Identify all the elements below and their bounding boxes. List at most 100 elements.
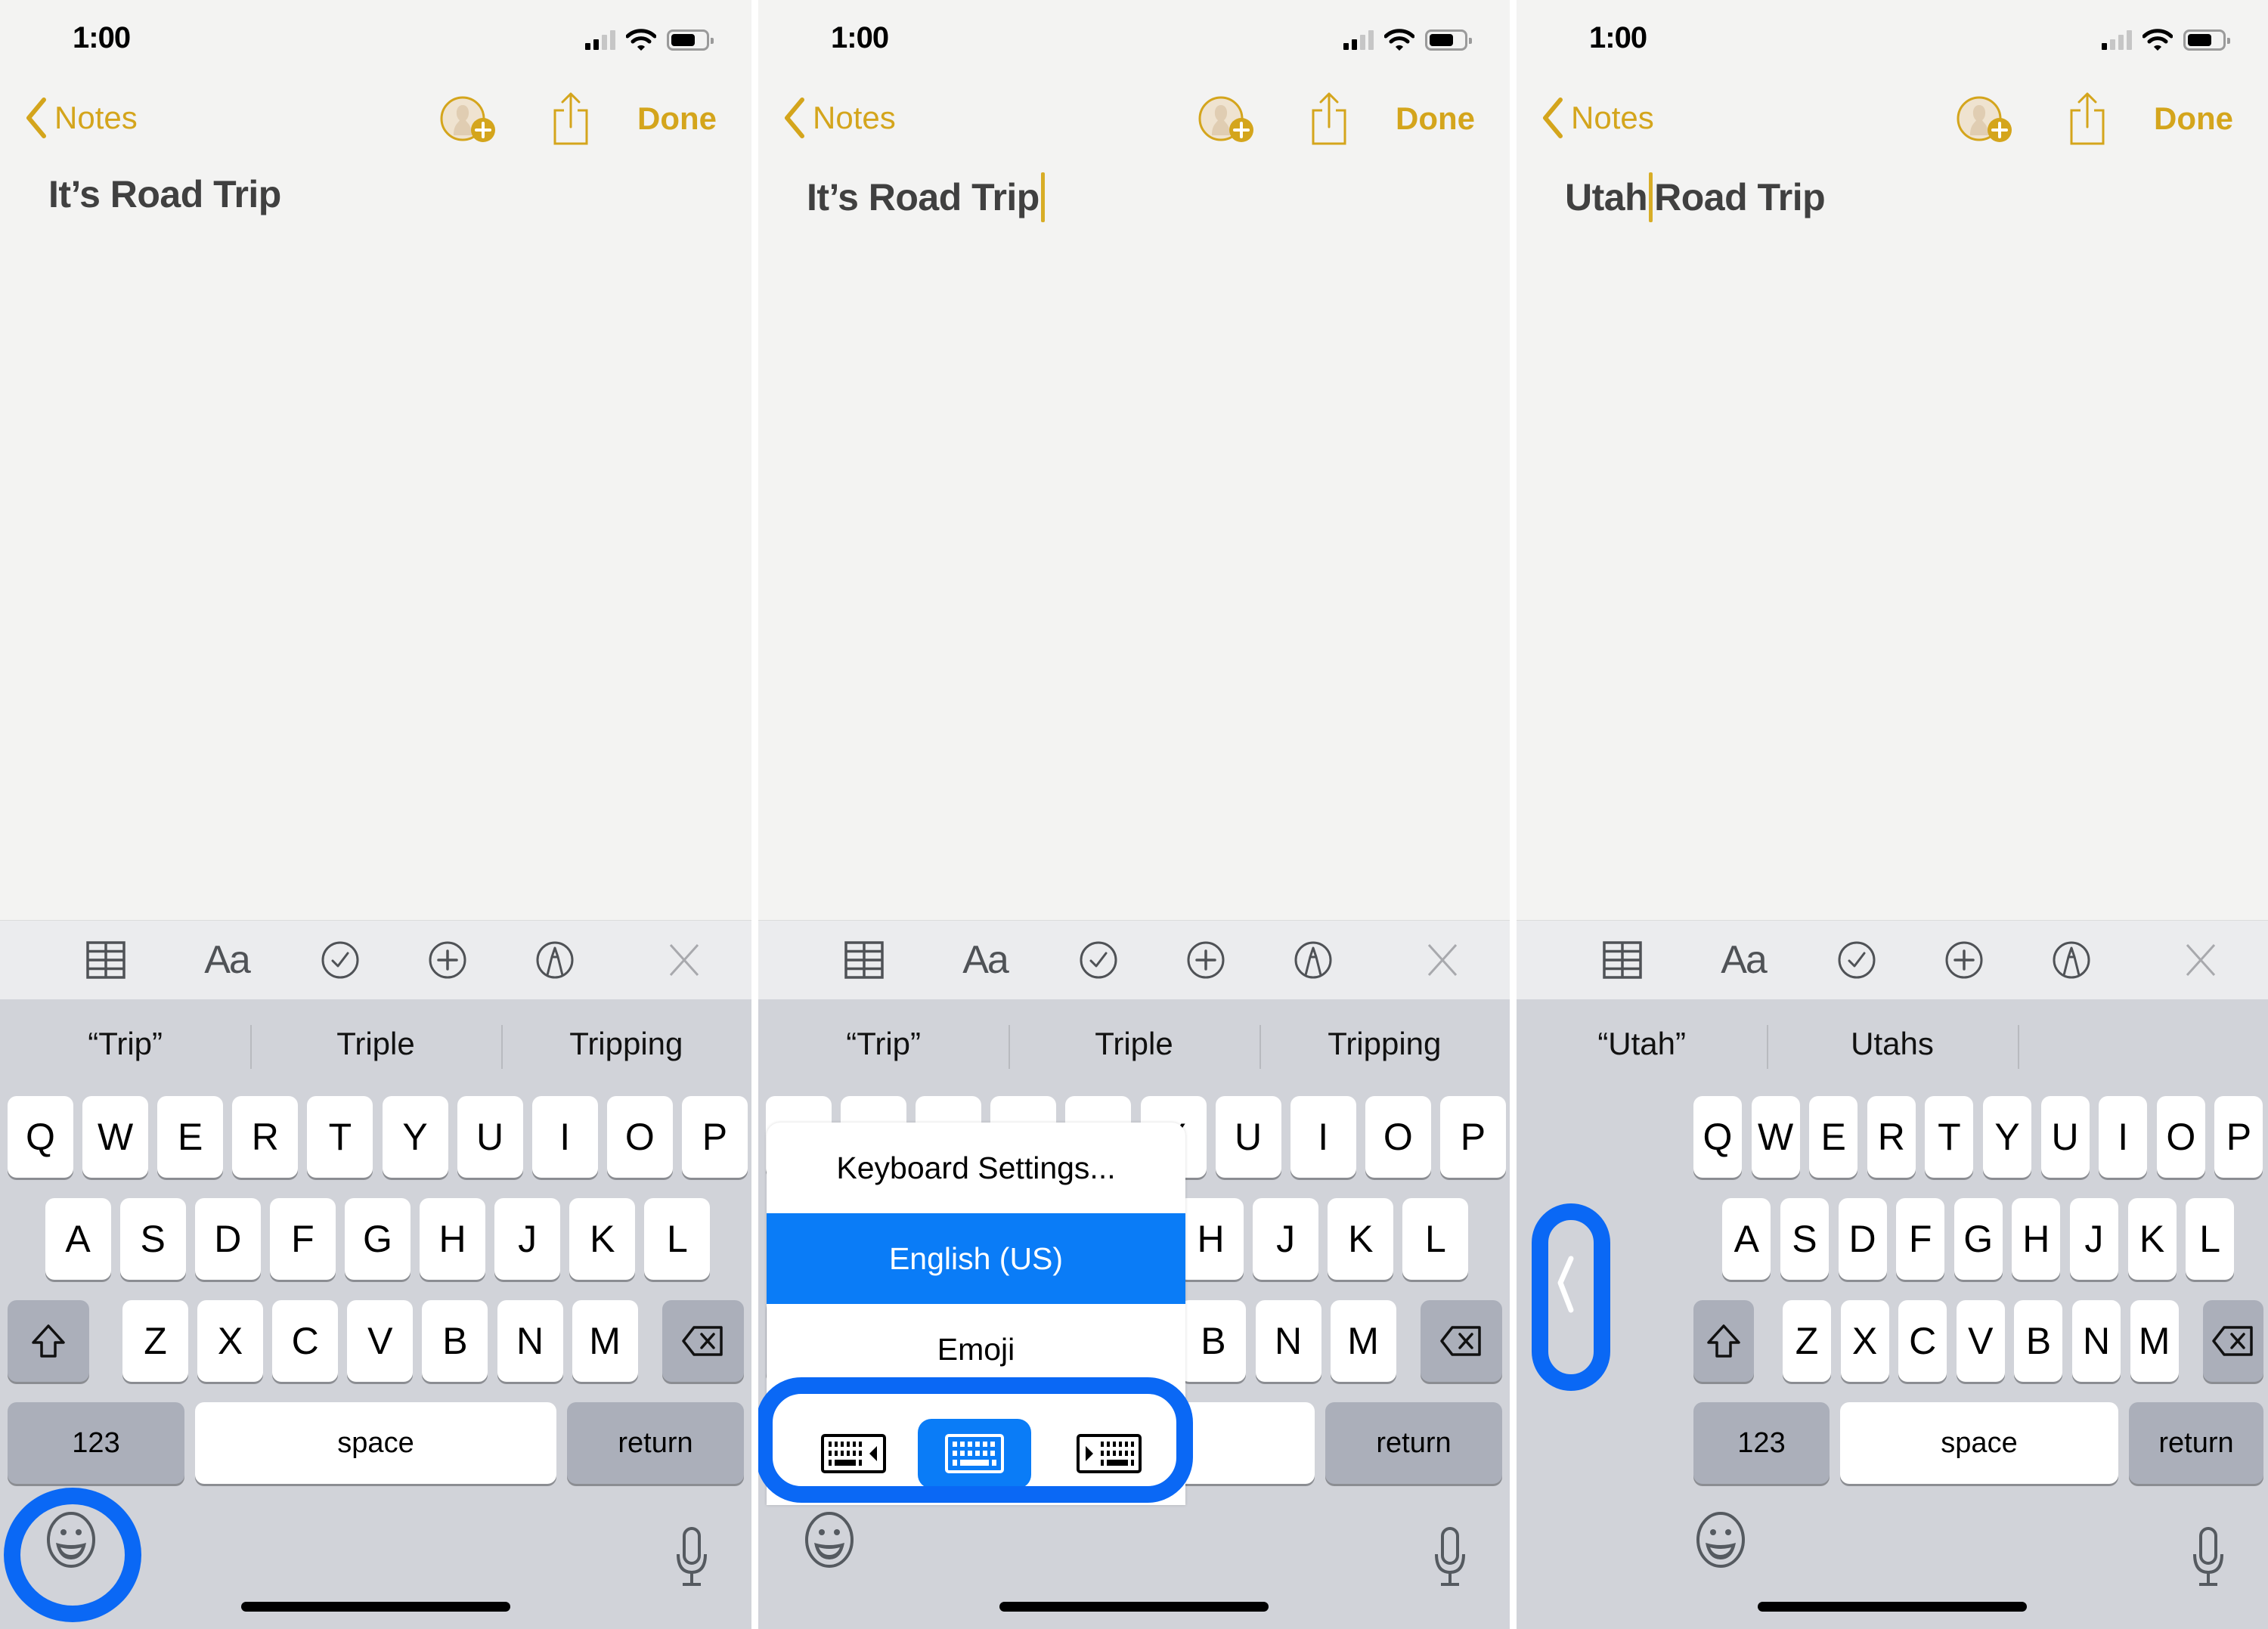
share-icon[interactable]	[1310, 91, 1348, 145]
checklist-button[interactable]	[1072, 937, 1125, 983]
shift-key[interactable]	[1693, 1300, 1754, 1382]
dictation-button[interactable]	[1433, 1527, 1467, 1587]
key-w[interactable]: W	[82, 1096, 149, 1178]
add-attachment-button[interactable]	[1938, 937, 1991, 983]
shift-key[interactable]	[8, 1300, 89, 1382]
table-button[interactable]	[79, 937, 132, 983]
key-b[interactable]: B	[422, 1300, 488, 1382]
prediction-suggestion[interactable]: “Trip”	[0, 999, 250, 1089]
dismiss-toolbar-button[interactable]	[2174, 937, 2227, 983]
markup-button[interactable]	[1287, 937, 1340, 983]
prediction-suggestion[interactable]: “Utah”	[1517, 999, 1767, 1089]
done-button[interactable]: Done	[1396, 101, 1475, 137]
delete-key[interactable]	[662, 1300, 744, 1382]
add-person-icon[interactable]	[1955, 94, 2014, 144]
key-b[interactable]: B	[1180, 1300, 1247, 1382]
dismiss-toolbar-button[interactable]	[658, 937, 711, 983]
key-n[interactable]: N	[2072, 1300, 2121, 1382]
key-g[interactable]: G	[1954, 1198, 2003, 1280]
prediction-suggestion[interactable]: Utahs	[1767, 999, 2017, 1089]
back-to-notes-button[interactable]: Notes	[1541, 97, 1654, 139]
share-icon[interactable]	[552, 91, 590, 145]
key-s[interactable]: S	[1780, 1198, 1829, 1280]
prediction-suggestion[interactable]: Tripping	[501, 999, 751, 1089]
key-r[interactable]: R	[232, 1096, 299, 1178]
numbers-key[interactable]: 123	[1693, 1402, 1830, 1484]
text-format-button[interactable]: Aa	[959, 937, 1012, 983]
menu-item-emoji[interactable]: Emoji	[767, 1304, 1185, 1395]
key-k[interactable]: K	[1328, 1198, 1394, 1280]
add-person-icon[interactable]	[1197, 94, 1256, 144]
key-b[interactable]: B	[2014, 1300, 2063, 1382]
key-l[interactable]: L	[1402, 1198, 1469, 1280]
prediction-suggestion[interactable]	[2018, 999, 2268, 1089]
key-w[interactable]: W	[1751, 1096, 1800, 1178]
home-indicator[interactable]	[241, 1602, 510, 1612]
space-key[interactable]: space	[195, 1402, 556, 1484]
home-indicator[interactable]	[999, 1602, 1269, 1612]
key-q[interactable]: Q	[1693, 1096, 1742, 1178]
prediction-suggestion[interactable]: Tripping	[1259, 999, 1510, 1089]
key-h[interactable]: H	[420, 1198, 486, 1280]
key-o[interactable]: O	[1365, 1096, 1431, 1178]
key-o[interactable]: O	[606, 1096, 673, 1178]
note-title[interactable]: It’s Road Trip	[807, 172, 1046, 222]
key-d[interactable]: D	[194, 1198, 261, 1280]
note-body-editor[interactable]	[1517, 249, 2268, 918]
dictation-button[interactable]	[2192, 1527, 2225, 1587]
note-title[interactable]: Utah Road Trip	[1565, 172, 1826, 222]
key-l[interactable]: L	[2186, 1198, 2235, 1280]
note-body-editor[interactable]	[0, 249, 751, 918]
prediction-suggestion[interactable]: Triple	[250, 999, 500, 1089]
key-q[interactable]: Q	[8, 1096, 73, 1178]
key-j[interactable]: J	[494, 1198, 561, 1280]
key-h[interactable]: H	[2012, 1198, 2061, 1280]
key-p[interactable]: P	[1439, 1096, 1506, 1178]
key-g[interactable]: G	[344, 1198, 411, 1280]
checklist-button[interactable]	[314, 937, 367, 983]
add-attachment-button[interactable]	[421, 937, 474, 983]
key-i[interactable]: I	[2099, 1096, 2148, 1178]
key-e[interactable]: E	[157, 1096, 224, 1178]
emoji-button[interactable]	[44, 1510, 98, 1570]
key-n[interactable]: N	[497, 1300, 563, 1382]
markup-button[interactable]	[528, 937, 581, 983]
prediction-suggestion[interactable]: “Trip”	[758, 999, 1009, 1089]
markup-button[interactable]	[2045, 937, 2098, 983]
table-button[interactable]	[838, 937, 891, 983]
emoji-button[interactable]	[1693, 1510, 1748, 1570]
key-u[interactable]: U	[2040, 1096, 2090, 1178]
dismiss-toolbar-button[interactable]	[1416, 937, 1469, 983]
emoji-button[interactable]	[802, 1510, 857, 1570]
key-v[interactable]: V	[347, 1300, 414, 1382]
menu-item-english-us[interactable]: English (US)	[767, 1213, 1185, 1304]
key-i[interactable]: I	[1290, 1096, 1356, 1178]
key-h[interactable]: H	[1178, 1198, 1244, 1280]
delete-key[interactable]	[2203, 1300, 2263, 1382]
return-key[interactable]: return	[2129, 1402, 2263, 1484]
prediction-suggestion[interactable]: Triple	[1009, 999, 1259, 1089]
return-key[interactable]: return	[567, 1402, 744, 1484]
key-y[interactable]: Y	[1983, 1096, 2031, 1178]
space-key[interactable]: space	[1840, 1402, 2118, 1484]
key-k[interactable]: K	[2127, 1198, 2177, 1280]
table-button[interactable]	[1596, 937, 1649, 983]
back-to-notes-button[interactable]: Notes	[24, 97, 138, 139]
key-z[interactable]: Z	[1783, 1300, 1831, 1382]
key-j[interactable]: J	[1253, 1198, 1319, 1280]
key-z[interactable]: Z	[122, 1300, 188, 1382]
key-o[interactable]: O	[2156, 1096, 2205, 1178]
key-a[interactable]: A	[45, 1198, 111, 1280]
add-attachment-button[interactable]	[1179, 937, 1232, 983]
key-f[interactable]: F	[269, 1198, 336, 1280]
key-c[interactable]: C	[1898, 1300, 1947, 1382]
key-t[interactable]: T	[1925, 1096, 1974, 1178]
key-y[interactable]: Y	[382, 1096, 448, 1178]
home-indicator[interactable]	[1758, 1602, 2027, 1612]
key-u[interactable]: U	[1215, 1096, 1281, 1178]
expand-keyboard-handle[interactable]	[1544, 1228, 1588, 1342]
numbers-key[interactable]: 123	[8, 1402, 184, 1484]
full-keyboard-button[interactable]	[918, 1419, 1031, 1488]
done-button[interactable]: Done	[637, 101, 717, 137]
key-c[interactable]: C	[272, 1300, 339, 1382]
